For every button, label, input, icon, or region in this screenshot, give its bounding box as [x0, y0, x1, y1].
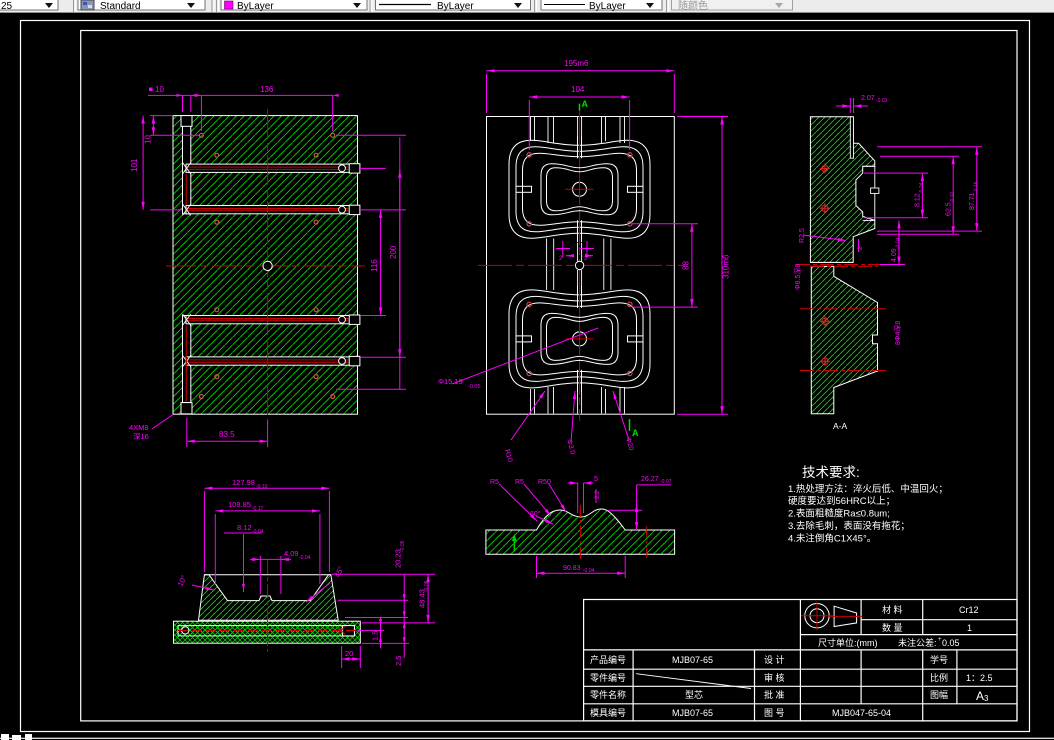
- svg-text:2.2: 2.2: [595, 490, 601, 499]
- svg-text:62.5: 62.5: [946, 202, 953, 216]
- svg-text:随颜色: 随颜色: [678, 0, 708, 12]
- svg-text:-0.07: -0.07: [660, 479, 672, 485]
- svg-text:4XM8: 4XM8: [129, 423, 149, 432]
- svg-text:2.07: 2.07: [861, 95, 875, 102]
- svg-text:25: 25: [1, 1, 13, 12]
- svg-text:-0.17: -0.17: [252, 506, 264, 512]
- svg-text:A-A: A-A: [833, 421, 848, 431]
- svg-text:MJB047-65-04: MJB047-65-04: [832, 708, 891, 718]
- svg-text:ByLayer: ByLayer: [237, 1, 274, 12]
- svg-text:审 核: 审 核: [764, 672, 785, 683]
- svg-text:Φ8.5深8: Φ8.5深8: [793, 264, 802, 290]
- svg-text:104: 104: [571, 85, 585, 94]
- svg-text:型芯: 型芯: [685, 689, 703, 700]
- svg-text:1.热处理方法：淬火后低、中温回火；: 1.热处理方法：淬火后低、中温回火；: [788, 483, 948, 495]
- svg-text:尺寸单位:(mm): 尺寸单位:(mm): [818, 637, 878, 648]
- svg-text:设 计: 设 计: [764, 654, 785, 665]
- svg-text:90.83: 90.83: [563, 565, 581, 572]
- svg-text:A: A: [976, 689, 984, 703]
- svg-text:图 号: 图 号: [764, 708, 785, 718]
- svg-text:3.去除毛刺，表面没有拖花；: 3.去除毛刺，表面没有拖花；: [788, 520, 910, 532]
- svg-text:技术要求:: 技术要求:: [802, 465, 860, 480]
- svg-text:未注公差:: 未注公差:: [898, 637, 937, 648]
- svg-text:-0.04: -0.04: [299, 555, 311, 561]
- svg-text:深16: 深16: [133, 432, 149, 441]
- svg-text:136: 136: [260, 85, 274, 94]
- svg-text:108.85: 108.85: [228, 500, 251, 509]
- svg-text:批 准: 批 准: [764, 689, 785, 700]
- svg-text:0.05: 0.05: [942, 638, 960, 648]
- svg-text:学号: 学号: [930, 654, 948, 665]
- svg-text:127.98: 127.98: [232, 478, 255, 487]
- svg-text:4.09: 4.09: [284, 549, 299, 558]
- svg-text:20: 20: [345, 649, 353, 658]
- svg-text:1：2.5: 1：2.5: [966, 673, 993, 683]
- svg-text:数 量: 数 量: [882, 622, 903, 633]
- svg-text:2.表面粗糙度Ra≤0.8um;: 2.表面粗糙度Ra≤0.8um;: [788, 508, 890, 520]
- svg-text:硬度要达到56HRC以上；: 硬度要达到56HRC以上；: [788, 495, 895, 507]
- svg-text:4.未注倒角C1X45°。: 4.未注倒角C1X45°。: [788, 533, 876, 545]
- svg-text:3: 3: [984, 694, 989, 703]
- svg-text:4.09: 4.09: [891, 248, 898, 262]
- svg-text:116: 116: [370, 259, 379, 272]
- svg-text:图幅: 图幅: [930, 689, 948, 700]
- svg-text:零件编号: 零件编号: [590, 672, 626, 683]
- svg-text:8.12: 8.12: [915, 193, 922, 207]
- svg-text:ByLayer: ByLayer: [437, 1, 474, 12]
- svg-text:60°: 60°: [530, 510, 541, 518]
- svg-text:R5: R5: [515, 479, 524, 486]
- svg-text:ByLayer: ByLayer: [589, 1, 626, 12]
- svg-text:-0.04: -0.04: [919, 182, 925, 194]
- svg-text:8Φ4深8: 8Φ4深8: [893, 321, 902, 345]
- svg-text:R50: R50: [538, 479, 551, 486]
- svg-text:-0.16: -0.16: [974, 181, 980, 193]
- svg-text:比例: 比例: [930, 672, 948, 683]
- svg-text:零件名称: 零件名称: [590, 689, 626, 700]
- svg-text:310m6: 310m6: [722, 254, 731, 279]
- svg-text:-0.03: -0.03: [876, 98, 888, 104]
- svg-text:-0.05: -0.05: [400, 540, 406, 552]
- svg-text:-0.04: -0.04: [583, 568, 595, 574]
- svg-text:模具编号: 模具编号: [590, 707, 626, 718]
- svg-text:Standard: Standard: [100, 1, 141, 12]
- svg-text:87.71: 87.71: [969, 192, 976, 210]
- svg-text:-0.04: -0.04: [896, 237, 902, 249]
- svg-text:Φ15.19: Φ15.19: [438, 377, 463, 386]
- svg-text:材 料: 材 料: [882, 604, 903, 615]
- svg-text:2.5: 2.5: [394, 656, 403, 666]
- svg-text:8.12: 8.12: [237, 523, 252, 532]
- svg-text:-0.04: -0.04: [252, 529, 264, 535]
- svg-text:产品编号: 产品编号: [590, 654, 626, 665]
- svg-text:-0.05: -0.05: [424, 580, 430, 592]
- svg-text:10: 10: [144, 135, 153, 144]
- svg-text:MJB07-65: MJB07-65: [672, 655, 713, 665]
- svg-text:101: 101: [130, 158, 139, 172]
- svg-text:A: A: [582, 99, 589, 109]
- svg-text:88: 88: [682, 261, 691, 270]
- svg-text:-0.10: -0.10: [950, 191, 956, 203]
- svg-text:195m6: 195m6: [564, 59, 589, 68]
- svg-text:26.27: 26.27: [641, 476, 659, 483]
- svg-text:10: 10: [155, 85, 164, 94]
- svg-text:-0.10: -0.10: [256, 484, 268, 490]
- svg-text:1.5: 1.5: [371, 631, 380, 641]
- svg-text:R2.5: R2.5: [799, 228, 806, 243]
- svg-text:R5: R5: [490, 479, 499, 486]
- svg-text:Cr12: Cr12: [959, 605, 979, 615]
- svg-text:200: 200: [389, 245, 398, 259]
- svg-text:5: 5: [594, 476, 598, 483]
- svg-text:1: 1: [967, 623, 972, 633]
- svg-text:-0.05: -0.05: [468, 384, 481, 390]
- svg-text:MJB07-65: MJB07-65: [672, 708, 713, 718]
- svg-text:A: A: [632, 428, 639, 438]
- svg-text:83.5: 83.5: [219, 430, 235, 439]
